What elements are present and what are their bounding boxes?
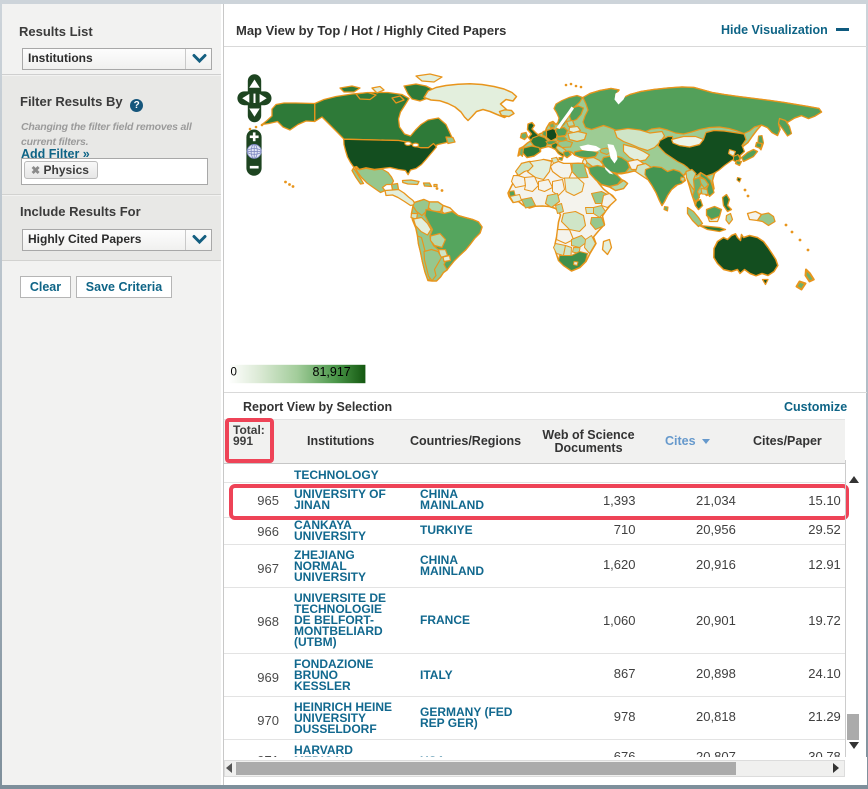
svg-text:81,917: 81,917: [313, 365, 351, 379]
svg-text:0: 0: [231, 367, 237, 379]
